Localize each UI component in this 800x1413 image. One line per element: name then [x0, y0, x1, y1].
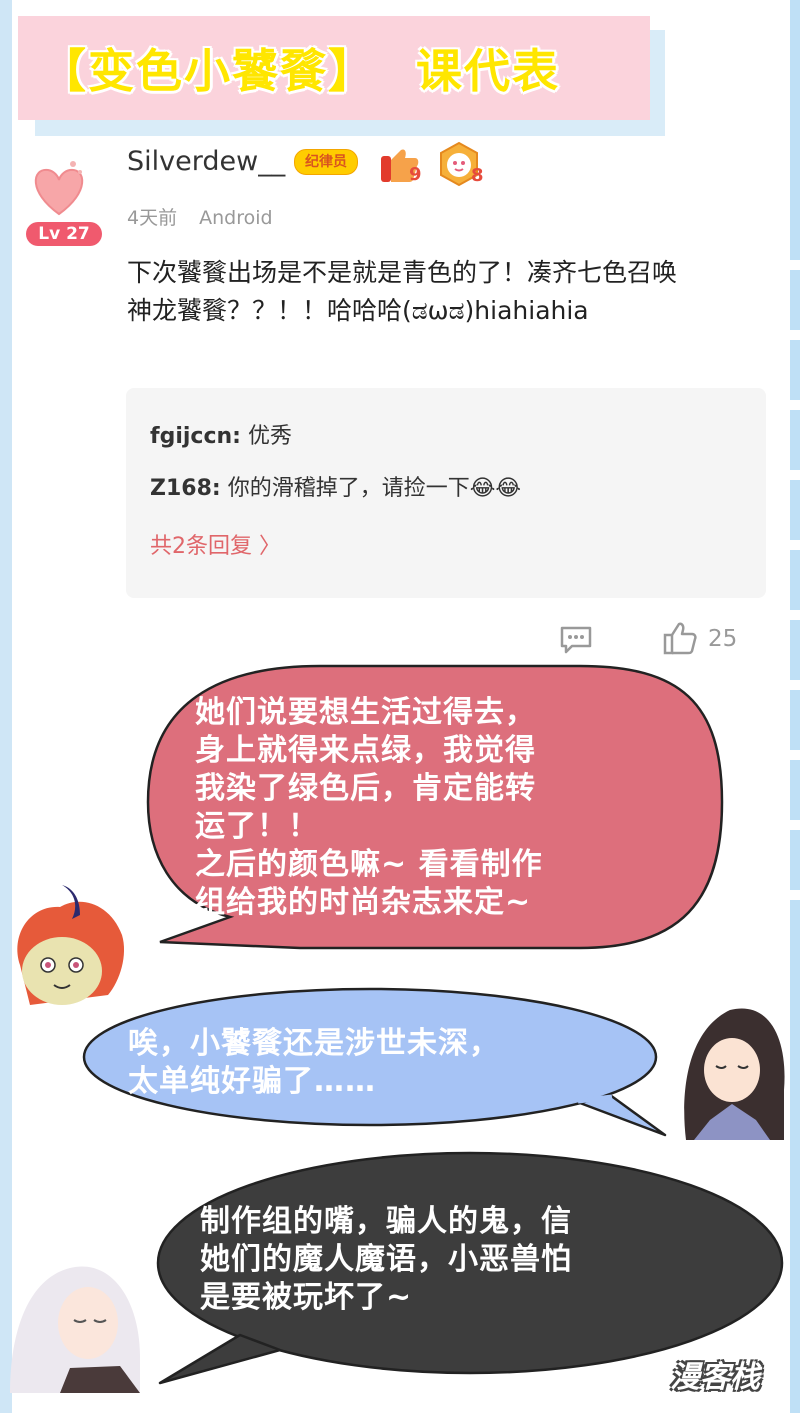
banner-subtitle: 课代表: [416, 44, 560, 98]
white-haired-character-illustration: [10, 1248, 150, 1393]
watermark-logo: 漫客栈: [670, 1360, 760, 1395]
right-frame-decoration: [790, 200, 800, 900]
reply-item[interactable]: fgijccn: 优秀: [150, 418, 292, 450]
thumbs-up-icon[interactable]: [662, 620, 698, 656]
reply-text: 优秀: [247, 424, 292, 449]
like-count: 25: [708, 626, 738, 652]
medal-cat-badge: 8: [437, 141, 489, 189]
reply-box[interactable]: fgijccn: 优秀 Z168: 你的滑稽掉了，请捡一下😂😂 共2条回复 〉: [126, 388, 766, 598]
left-frame-border: [0, 0, 12, 1413]
medal-1-count: 9: [409, 164, 422, 185]
reply-user: Z168:: [150, 476, 221, 501]
heart-icon: [34, 161, 84, 216]
medal-2-count: 8: [471, 165, 484, 186]
banner-title: 【变色小饕餮】: [40, 44, 376, 98]
bubble-text: 唉，小饕餮还是涉世未深， 太单纯好骗了……: [128, 1026, 500, 1099]
medal-thumbs-badge: 9: [377, 144, 429, 188]
reply-item[interactable]: Z168: 你的滑稽掉了，请捡一下😂😂: [150, 470, 521, 502]
title-banner: 【变色小饕餮】 课代表: [18, 16, 650, 120]
comment-text: 下次饕餮出场是不是就是青色的了！凑齐七色召唤神龙饕餮？？！！哈哈哈(ಡωಡ)hi…: [127, 258, 678, 325]
role-badge: 纪律员: [294, 149, 358, 175]
reply-text: 你的滑稽掉了，请捡一下😂😂: [227, 476, 522, 501]
level-badge: Lv 27: [26, 222, 102, 246]
speech-bubble-dark: 制作组的嘴，骗人的鬼，信 她们的魔人魔语，小恶兽怕 是要被玩坏了~: [150, 1145, 790, 1385]
comment-time: 4天前: [127, 207, 178, 229]
beast-character-illustration: [10, 885, 128, 1013]
speech-bubble-blue: 唉，小饕餮还是涉世未深， 太单纯好骗了……: [80, 985, 680, 1145]
more-replies-link[interactable]: 共2条回复 〉: [150, 528, 281, 560]
comment-device: Android: [199, 207, 273, 229]
reply-user: fgijccn:: [150, 424, 241, 449]
avatar[interactable]: Lv 27: [18, 154, 102, 246]
comment-meta: 4天前 Android: [127, 203, 273, 230]
woman-character-illustration: [680, 1000, 788, 1140]
speech-bubble-pink: 她们说要想生活过得去， 身上就得来点绿，我觉得 我染了绿色后，肯定能转 运了！！…: [140, 662, 730, 992]
comment-card: Lv 27 Silverdew__ 纪律员 9 8 4天前 Android 下次饕…: [12, 136, 790, 666]
comment-icon[interactable]: [558, 624, 594, 656]
username[interactable]: Silverdew__: [127, 146, 285, 177]
bubble-text: 制作组的嘴，骗人的鬼，信 她们的魔人魔语，小恶兽怕 是要被玩坏了~: [200, 1204, 572, 1315]
bubble-text: 她们说要想生活过得去， 身上就得来点绿，我觉得 我染了绿色后，肯定能转 运了！！…: [195, 695, 543, 920]
